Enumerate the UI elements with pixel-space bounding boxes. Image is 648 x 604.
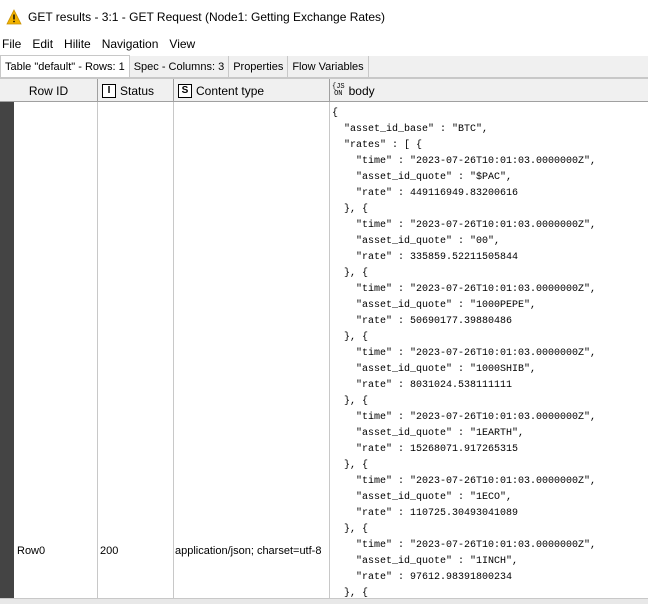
cell-body[interactable]: { "asset_id_base" : "BTC", "rates" : [ {… xyxy=(330,102,648,599)
menu-bar: File Edit Hilite Navigation View xyxy=(0,33,648,55)
row-selection-marker xyxy=(0,102,14,599)
menu-edit[interactable]: Edit xyxy=(28,37,57,51)
table-header: Row ID I Status S Content type {JS ON bod… xyxy=(0,79,648,102)
column-header-row-id[interactable]: Row ID xyxy=(0,79,98,102)
tab-flow-variables[interactable]: Flow Variables xyxy=(288,56,369,77)
horizontal-scrollbar[interactable] xyxy=(0,598,648,604)
menu-hilite[interactable]: Hilite xyxy=(60,37,95,51)
title-bar: GET results - 3:1 - GET Request (Node1: … xyxy=(0,0,648,33)
column-header-content-type[interactable]: S Content type xyxy=(174,79,330,102)
column-header-body[interactable]: {JS ON body xyxy=(330,79,648,102)
string-type-icon: S xyxy=(178,83,192,98)
window-title: GET results - 3:1 - GET Request (Node1: … xyxy=(28,9,386,24)
column-header-label: Status xyxy=(120,83,155,98)
json-type-icon: {JS ON xyxy=(332,82,345,98)
cell-status[interactable]: 200 xyxy=(98,102,174,599)
cell-row-id[interactable]: Row0 xyxy=(14,102,98,599)
menu-view[interactable]: View xyxy=(165,37,199,51)
content-type-value: application/json; charset=utf-8 xyxy=(175,545,322,557)
json-body-text: { "asset_id_base" : "BTC", "rates" : [ {… xyxy=(332,108,597,599)
tab-spec[interactable]: Spec - Columns: 3 xyxy=(129,56,230,77)
tab-bar: Table "default" - Rows: 1 Spec - Columns… xyxy=(0,55,648,78)
menu-navigation[interactable]: Navigation xyxy=(98,37,163,51)
tab-properties[interactable]: Properties xyxy=(229,56,289,77)
column-header-status[interactable]: I Status xyxy=(98,79,174,102)
warning-icon xyxy=(6,8,22,24)
tab-table-default[interactable]: Table "default" - Rows: 1 xyxy=(0,55,130,77)
status-value: 200 xyxy=(100,545,119,557)
column-header-label: Row ID xyxy=(28,83,69,98)
table-row[interactable]: Row0 200 application/json; charset=utf-8… xyxy=(0,102,648,599)
row-id-value: Row0 xyxy=(17,545,46,557)
cell-content-type[interactable]: application/json; charset=utf-8 xyxy=(174,102,330,599)
integer-type-icon: I xyxy=(102,83,116,98)
column-header-label: body xyxy=(348,83,375,98)
menu-file[interactable]: File xyxy=(0,37,25,51)
column-header-label: Content type xyxy=(196,83,265,98)
data-table: Row ID I Status S Content type {JS ON bod… xyxy=(0,78,648,599)
